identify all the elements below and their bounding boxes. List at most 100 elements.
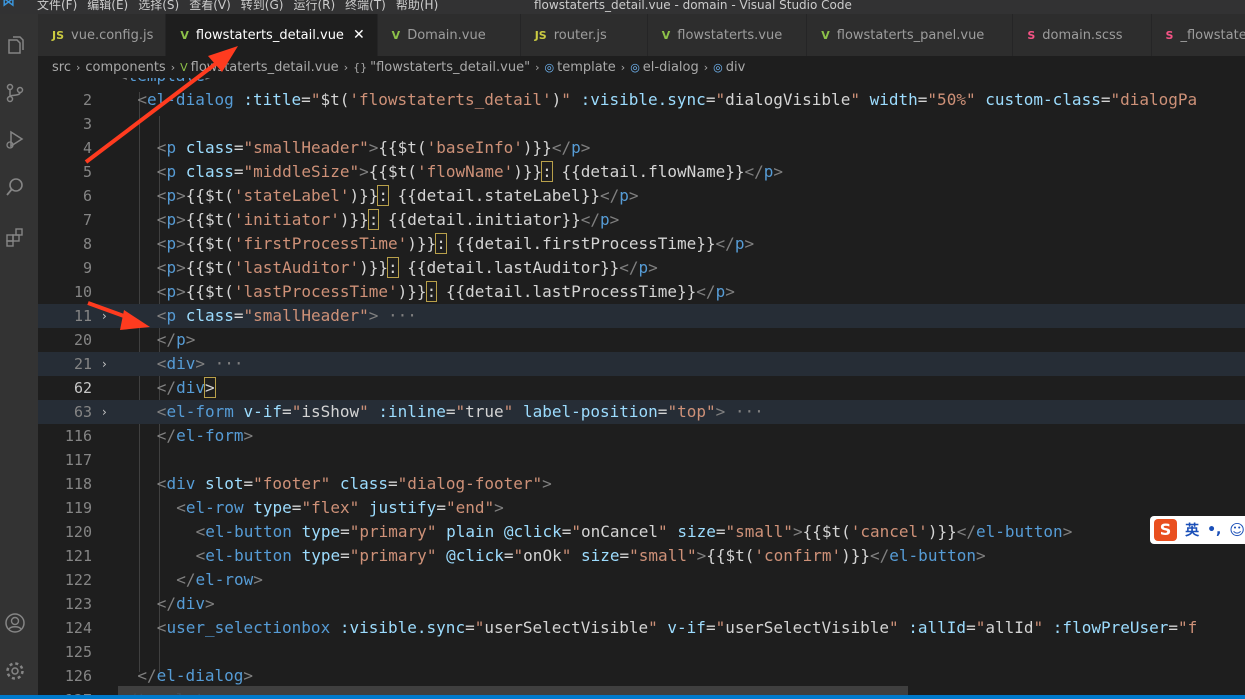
menu-terminal[interactable]: 终端(T) [340, 0, 391, 13]
code-line[interactable]: 126 </el-dialog> [38, 664, 1245, 688]
line-number: 20 [73, 331, 92, 349]
chevron-right-icon: › [75, 60, 81, 74]
fold-chevron-icon[interactable]: › [102, 400, 107, 424]
fold-chevron-icon[interactable]: › [102, 352, 107, 376]
code-line[interactable]: 125 [38, 640, 1245, 664]
chevron-right-icon: › [343, 60, 349, 74]
code-line[interactable]: 5 <p class="middleSize">{{$t('flowName')}… [38, 160, 1245, 184]
code-token: onOk [523, 546, 562, 565]
menu-go[interactable]: 转到(G) [236, 0, 289, 13]
breadcrumb: src › components › V flowstaterts_detail… [38, 56, 1245, 78]
breadcrumb-module[interactable]: "flowstaterts_detail.vue" [370, 60, 530, 75]
code-editor[interactable]: <template>2<el-dialog :title="$t('flowst… [38, 78, 1245, 699]
code-token: div [166, 474, 196, 493]
code-line[interactable]: 9 <p>{{$t('lastAuditor')}}: {{detail.last… [38, 256, 1245, 280]
explorer-icon[interactable] [4, 34, 26, 56]
code-token: > [542, 474, 552, 493]
source-control-icon[interactable] [4, 82, 26, 104]
code-line[interactable]: 62 </div> [38, 376, 1245, 400]
breadcrumb-el-dialog[interactable]: el-dialog [643, 60, 699, 75]
menu-selection[interactable]: 选择(S) [133, 0, 184, 13]
code-token: userSelectVisible [725, 618, 889, 637]
breadcrumb-components[interactable]: components [85, 60, 165, 75]
code-token: class [185, 306, 234, 325]
code-token: > [715, 402, 726, 421]
code-line[interactable]: 124 <user_selectionbox :visible.sync="use… [38, 616, 1245, 640]
extensions-icon[interactable] [4, 226, 26, 248]
ime-punctuation-toggle[interactable]: •, [1207, 522, 1221, 538]
ime-language-toggle[interactable]: 英 [1185, 520, 1199, 540]
code-token: > [648, 258, 658, 277]
close-icon[interactable]: ✕ [353, 27, 365, 43]
code-line[interactable]: 8 <p>{{$t('firstProcessTime')}}: {{detail… [38, 232, 1245, 256]
breadcrumb-src[interactable]: src [52, 60, 71, 75]
code-line[interactable]: <template> [38, 78, 1245, 88]
sogou-ime-icon[interactable]: S [1154, 519, 1178, 541]
code-line[interactable]: 4 <p class="smallHeader">{{$t('baseInfo')… [38, 136, 1245, 160]
code-line[interactable]: 2 <el-dialog :title="$t('flowstaterts_det… [38, 88, 1245, 112]
code-token: {{detail.flowName}} [551, 162, 745, 181]
code-line[interactable]: 10 <p>{{$t('lastProcessTime')}}: {{detail… [38, 280, 1245, 304]
code-token: 'stateLabel' [233, 186, 350, 205]
emoji-icon[interactable]: ☺ [1229, 521, 1245, 539]
breadcrumb-template[interactable]: template [557, 60, 616, 75]
code-line[interactable]: 20 </p> [38, 328, 1245, 352]
code-text: <p>{{$t('firstProcessTime')}}: {{detail.… [157, 232, 754, 256]
code-line[interactable]: 117 [38, 448, 1245, 472]
ime-toolbar[interactable]: S 英 •, ☺ [1150, 516, 1245, 544]
code-token: > [1062, 522, 1073, 541]
menu-run[interactable]: 运行(R) [288, 0, 340, 13]
fold-chevron-icon[interactable]: › [102, 304, 107, 328]
code-token: user_selectionbox [166, 618, 331, 637]
code-token: </ [156, 426, 177, 445]
code-line[interactable]: 122 </el-row> [38, 568, 1245, 592]
breadcrumb-file[interactable]: flowstaterts_detail.vue [191, 60, 339, 75]
code-line[interactable]: 116 </el-form> [38, 424, 1245, 448]
vscode-icon[interactable]: ⋈ [2, 0, 15, 10]
tab-router-js[interactable]: JS router.js [520, 14, 648, 56]
code-token: = [715, 522, 726, 541]
code-token: = [282, 402, 292, 421]
search-icon[interactable] [4, 176, 26, 198]
code-token: type [301, 522, 341, 541]
scss-file-icon: S [1165, 28, 1174, 42]
tab-flowstaterts-detail-vue[interactable]: V flowstaterts_detail.vue ✕ [166, 14, 378, 56]
code-line[interactable]: 3 [38, 112, 1245, 136]
code-token: ) [551, 90, 562, 109]
code-token: {{detail.lastProcessTime}} [436, 282, 697, 301]
code-token: > [368, 138, 379, 157]
code-line[interactable]: 21 › <div> ··· [38, 352, 1245, 376]
code-token: < [156, 474, 167, 493]
run-debug-icon[interactable] [4, 128, 26, 150]
menu-help[interactable]: 帮助(H) [391, 0, 443, 13]
code-line[interactable]: 120 <el-button type="primary" plain @clic… [38, 520, 1245, 544]
settings-gear-icon[interactable] [4, 660, 26, 682]
tab-domain-scss[interactable]: S domain.scss [1013, 14, 1152, 56]
code-line[interactable]: 11 › <p class="smallHeader"> ··· [38, 304, 1245, 328]
breadcrumb-div[interactable]: div [726, 60, 746, 75]
menu-view[interactable]: 查看(V) [184, 0, 236, 13]
code-token: = [291, 498, 302, 517]
code-line[interactable]: 63 › <el-form v-if="isShow" :inline="true"… [38, 400, 1245, 424]
code-token: 'baseInfo' [426, 138, 523, 157]
tab-flowstaterts-panel-vue[interactable]: V flowstaterts_panel.vue [807, 14, 1014, 56]
tab-flowstaterts-vue[interactable]: V flowstaterts.vue [647, 14, 808, 56]
code-line[interactable]: 118 <div slot="footer" class="dialog-foot… [38, 472, 1245, 496]
tab-vue-config-js[interactable]: JS vue.config.js [38, 14, 167, 56]
code-token: {{$t( [706, 546, 755, 565]
code-line[interactable]: 7 <p>{{$t('initiator')}}: {{detail.initia… [38, 208, 1245, 232]
code-line[interactable]: 6 <p>{{$t('stateLabel')}}: {{detail.state… [38, 184, 1245, 208]
line-number: 121 [64, 547, 92, 565]
code-line[interactable]: 119 <el-row type="flex" justify="end"> [38, 496, 1245, 520]
tab-flowstaterts-scss[interactable]: S _flowstaterts.scss [1151, 14, 1245, 56]
menu-edit[interactable]: 编辑(E) [82, 0, 133, 13]
code-line[interactable]: 123 </div> [38, 592, 1245, 616]
account-icon[interactable] [4, 612, 26, 634]
code-token: < [137, 90, 148, 109]
menu-file[interactable]: 文件(F) [32, 0, 82, 13]
code-token: )}} [339, 210, 369, 229]
code-line[interactable]: 121 <el-button type="primary" @click="onO… [38, 544, 1245, 568]
tab-domain-vue[interactable]: V Domain.vue [377, 14, 521, 56]
